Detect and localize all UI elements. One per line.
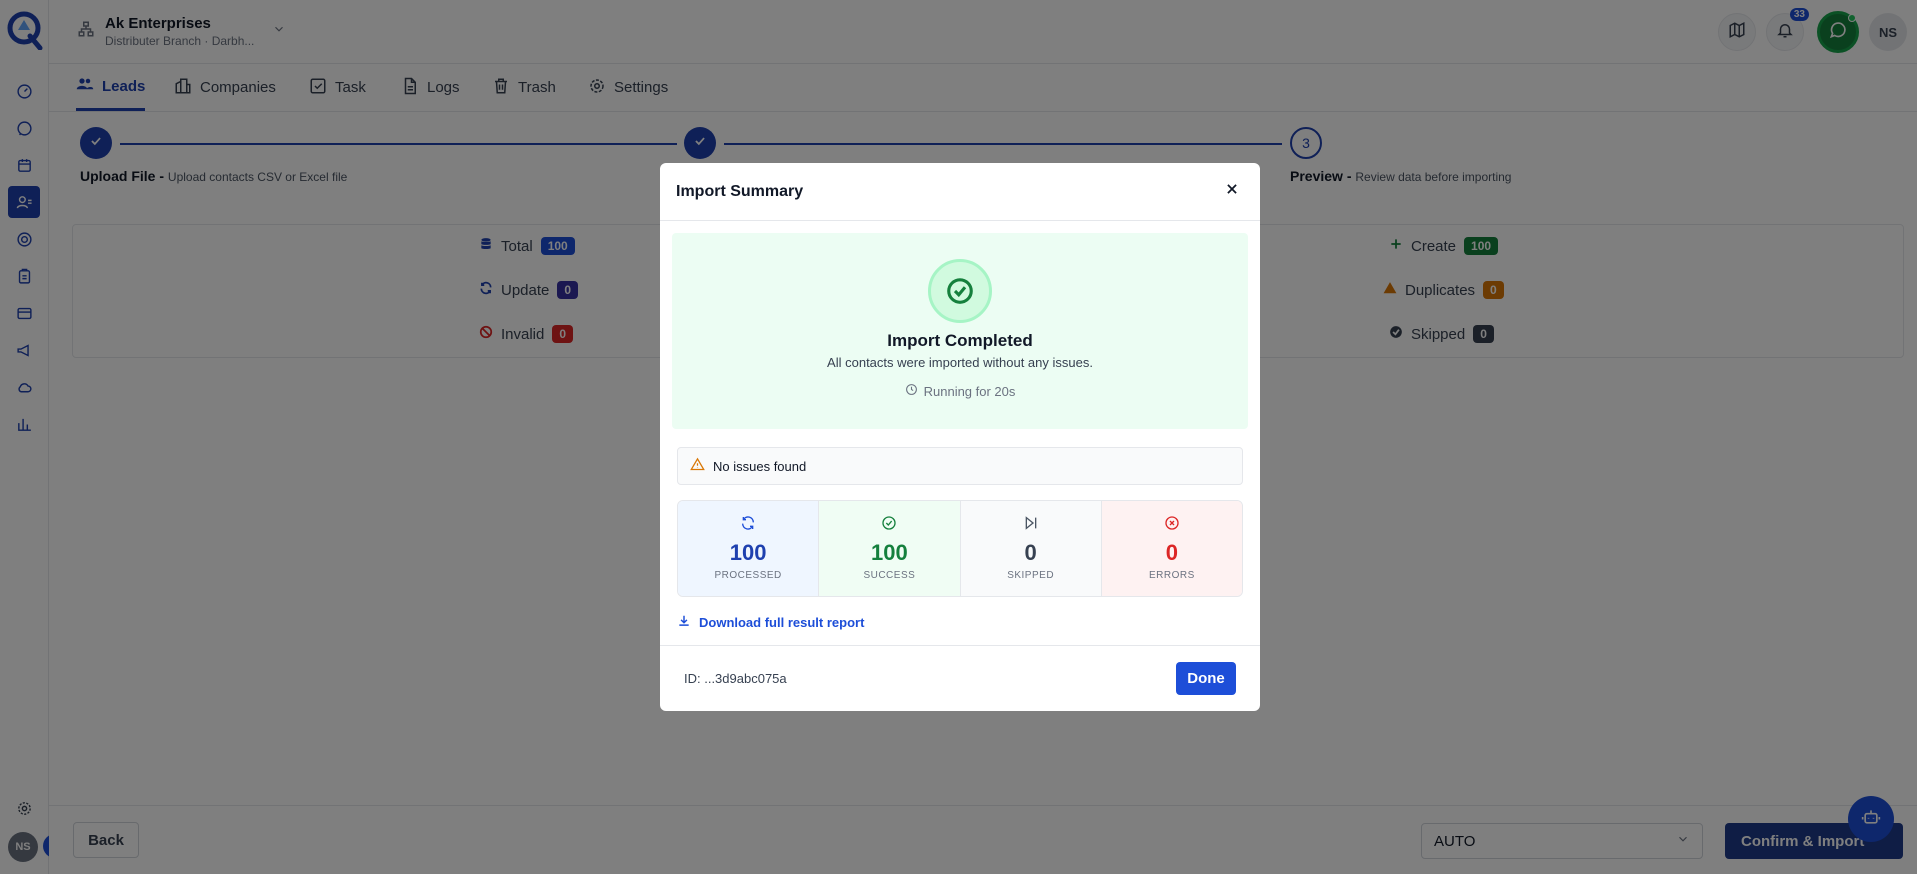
clock-icon [905, 383, 918, 399]
download-label: Download full result report [699, 615, 865, 630]
skipped-value: 0 [1024, 540, 1037, 565]
import-id: ID: ...3d9abc075a [684, 671, 787, 686]
download-icon [677, 614, 691, 631]
modal-footer: ID: ...3d9abc075a Done [660, 645, 1260, 711]
processed-label: PROCESSED [714, 570, 782, 581]
skip-icon [1023, 515, 1039, 536]
check-circle-icon [881, 515, 897, 536]
status-description: All contacts were imported without any i… [827, 355, 1093, 370]
issues-text: No issues found [713, 458, 807, 474]
errors-value: 0 [1165, 540, 1178, 565]
running-duration: Running for 20s [672, 383, 1248, 399]
x-circle-icon [1164, 515, 1180, 536]
metric-success: 100 SUCCESS [819, 501, 961, 596]
download-report-link[interactable]: Download full result report [677, 614, 864, 631]
import-summary-modal: Import Summary Import Completed All cont… [660, 163, 1260, 711]
success-check-icon [928, 259, 992, 323]
skipped-label: SKIPPED [1007, 570, 1055, 581]
import-metrics: 100 PROCESSED 100 SUCCESS 0 SKIPPED 0 ER… [677, 500, 1243, 597]
warning-icon [690, 457, 705, 475]
metric-processed: 100 PROCESSED [678, 501, 820, 596]
success-label: SUCCESS [863, 570, 916, 581]
close-button[interactable] [1220, 180, 1244, 204]
refresh-icon [740, 515, 756, 536]
success-value: 100 [871, 540, 908, 565]
modal-header: Import Summary [660, 163, 1260, 221]
status-title: Import Completed [887, 331, 1033, 350]
running-text: Running for 20s [923, 383, 1016, 399]
processed-value: 100 [729, 540, 767, 565]
import-status-panel: Import Completed All contacts were impor… [672, 233, 1248, 429]
metric-skipped: 0 SKIPPED [960, 501, 1102, 596]
metric-errors: 0 ERRORS [1101, 501, 1242, 596]
errors-label: ERRORS [1148, 570, 1195, 581]
modal-title: Import Summary [676, 182, 804, 200]
done-button[interactable]: Done [1176, 662, 1236, 695]
close-icon [1225, 182, 1239, 201]
issues-notice: No issues found [677, 447, 1243, 485]
